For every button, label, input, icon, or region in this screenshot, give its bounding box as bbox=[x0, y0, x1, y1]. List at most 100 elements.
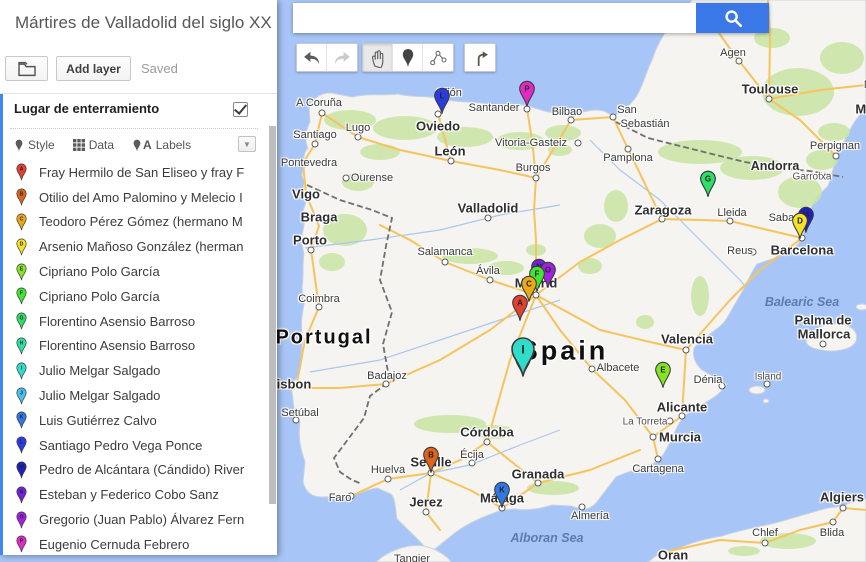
placemark-name: Arsenio Mañoso González (herman bbox=[39, 239, 244, 254]
svg-text:L: L bbox=[20, 440, 23, 446]
sidebar-actions: Add layer Saved bbox=[5, 56, 178, 81]
tab-style[interactable]: Style bbox=[14, 138, 55, 152]
labels-a-glyph: A bbox=[143, 138, 152, 152]
placemark-pin-icon: G bbox=[15, 312, 28, 330]
layer-tabs: Style Data A Labels bbox=[14, 135, 209, 155]
map-search-button[interactable] bbox=[696, 3, 769, 33]
dotted-divider bbox=[10, 128, 258, 129]
placemark-name: Gregorio (Juan Pablo) Álvarez Fern bbox=[39, 512, 244, 527]
labels-pin-icon bbox=[132, 139, 142, 152]
placemark-pin-icon: F bbox=[15, 287, 28, 305]
style-pin-icon bbox=[14, 139, 24, 152]
hand-icon bbox=[368, 48, 388, 68]
data-grid-icon bbox=[73, 139, 85, 151]
placemark-item-F[interactable]: FCipriano Polo García bbox=[0, 284, 264, 309]
placemark-item-P[interactable]: P Eugenio Cernuda Febrero bbox=[0, 532, 264, 555]
redo-button[interactable] bbox=[327, 44, 357, 71]
open-folder-button[interactable] bbox=[5, 56, 48, 81]
placemark-pin-icon: K bbox=[15, 411, 28, 429]
placemark-name: Florentino Asensio Barroso bbox=[39, 338, 195, 353]
placemark-name: Otilio del Amo Palomino y Melecio I bbox=[39, 190, 243, 205]
placemark-item-E[interactable]: E Cipriano Polo García bbox=[0, 259, 264, 284]
layer-name: Lugar de enterramiento bbox=[14, 101, 159, 116]
marker-icon bbox=[399, 48, 417, 68]
pan-hand-tool[interactable] bbox=[363, 44, 393, 71]
placemark-item-G[interactable]: G Florentino Asensio Barroso bbox=[0, 309, 264, 334]
svg-text:A: A bbox=[20, 167, 24, 173]
svg-text:J: J bbox=[20, 390, 23, 396]
placemark-name: Esteban y Federico Cobo Sanz bbox=[39, 487, 219, 502]
svg-text:B: B bbox=[20, 192, 24, 198]
placemark-item-K[interactable]: K Luis Gutiérrez Calvo bbox=[0, 408, 264, 433]
svg-text:F: F bbox=[20, 291, 23, 297]
placemark-pin-icon: J bbox=[15, 387, 28, 405]
svg-text:M: M bbox=[19, 464, 23, 470]
undo-button[interactable] bbox=[297, 44, 327, 71]
tab-style-label: Style bbox=[28, 138, 55, 152]
polyline-icon bbox=[428, 48, 448, 68]
tab-data-label: Data bbox=[89, 138, 114, 152]
draw-line-tool[interactable] bbox=[423, 44, 453, 71]
placemark-pin-icon: O bbox=[15, 511, 28, 529]
svg-text:G: G bbox=[20, 316, 24, 322]
layer-visibility-checkbox[interactable] bbox=[233, 102, 248, 117]
placemark-item-M[interactable]: M Pedro de Alcántara (Cándido) River bbox=[0, 458, 264, 483]
add-layer-button[interactable]: Add layer bbox=[56, 56, 131, 81]
search-icon bbox=[722, 7, 744, 29]
svg-text:O: O bbox=[20, 514, 24, 520]
placemark-name: Santiago Pedro Vega Ponce bbox=[39, 438, 202, 453]
placemark-pin-icon: B bbox=[15, 188, 28, 206]
svg-text:K: K bbox=[20, 415, 24, 421]
placemark-item-I[interactable]: I Julio Melgar Salgado bbox=[0, 358, 264, 383]
svg-text:P: P bbox=[20, 539, 24, 545]
placemark-item-H[interactable]: H Florentino Asensio Barroso bbox=[0, 334, 264, 359]
svg-text:N: N bbox=[20, 489, 24, 495]
tab-data[interactable]: Data bbox=[73, 138, 114, 152]
placemark-pin-icon: E bbox=[15, 263, 28, 281]
placemark-list: A Fray Hermilo de San Eliseo y fray F B Oti… bbox=[0, 160, 264, 555]
placemark-item-D[interactable]: D Arsenio Mañoso González (herman bbox=[0, 234, 264, 259]
placemark-pin-icon: L bbox=[15, 436, 28, 454]
svg-text:D: D bbox=[20, 241, 24, 247]
placemark-item-B[interactable]: B Otilio del Amo Palomino y Melecio I bbox=[0, 185, 264, 210]
layer-options-dropdown[interactable]: ▼ bbox=[238, 136, 256, 152]
placemark-name: Pedro de Alcántara (Cándido) River bbox=[39, 462, 244, 477]
folder-icon bbox=[17, 61, 37, 77]
placemark-name: Julio Melgar Salgado bbox=[39, 388, 160, 403]
placemark-item-C[interactable]: CTeodoro Pérez Gómez (hermano M bbox=[0, 210, 264, 235]
placemark-name: Florentino Asensio Barroso bbox=[39, 314, 195, 329]
redo-icon bbox=[331, 47, 353, 69]
undo-redo-group bbox=[296, 43, 358, 72]
placemark-pin-icon: I bbox=[15, 362, 28, 380]
placemark-name: Cipriano Polo García bbox=[39, 264, 160, 279]
placemark-item-N[interactable]: N Esteban y Federico Cobo Sanz bbox=[0, 482, 264, 507]
directions-tool[interactable] bbox=[465, 44, 495, 71]
placemark-pin-icon: D bbox=[15, 238, 28, 256]
placemark-pin-icon: M bbox=[15, 461, 28, 479]
placemark-pin-icon: C bbox=[15, 213, 28, 231]
placemark-name: Julio Melgar Salgado bbox=[39, 363, 160, 378]
undo-icon bbox=[301, 47, 323, 69]
map-title: Mártires de Valladolid del siglo XX bbox=[15, 13, 272, 33]
placemark-name: Luis Gutiérrez Calvo bbox=[39, 413, 157, 428]
tab-labels[interactable]: A Labels bbox=[132, 138, 191, 152]
placemark-pin-icon: P bbox=[15, 535, 28, 553]
svg-text:C: C bbox=[20, 216, 24, 222]
svg-text:E: E bbox=[20, 266, 24, 272]
placemark-item-J[interactable]: J Julio Melgar Salgado bbox=[0, 383, 264, 408]
map-search-input[interactable] bbox=[293, 3, 696, 33]
draw-tools-group bbox=[362, 43, 454, 72]
tab-labels-label: Labels bbox=[156, 138, 191, 152]
placemark-item-L[interactable]: L Santiago Pedro Vega Ponce bbox=[0, 433, 264, 458]
placemark-name: Fray Hermilo de San Eliseo y fray F bbox=[39, 165, 244, 180]
placemark-name: Eugenio Cernuda Febrero bbox=[39, 537, 189, 552]
sidebar-scrollbar[interactable] bbox=[269, 126, 276, 504]
placemark-pin-icon: H bbox=[15, 337, 28, 355]
divider bbox=[0, 93, 277, 94]
placemark-item-O[interactable]: O Gregorio (Juan Pablo) Álvarez Fern bbox=[0, 507, 264, 532]
placemark-item-A[interactable]: A Fray Hermilo de San Eliseo y fray F bbox=[0, 160, 264, 185]
placemark-pin-icon: N bbox=[15, 486, 28, 504]
sidebar-panel: Mártires de Valladolid del siglo XX Add … bbox=[0, 0, 277, 555]
add-marker-tool[interactable] bbox=[393, 44, 423, 71]
directions-icon bbox=[470, 48, 490, 68]
